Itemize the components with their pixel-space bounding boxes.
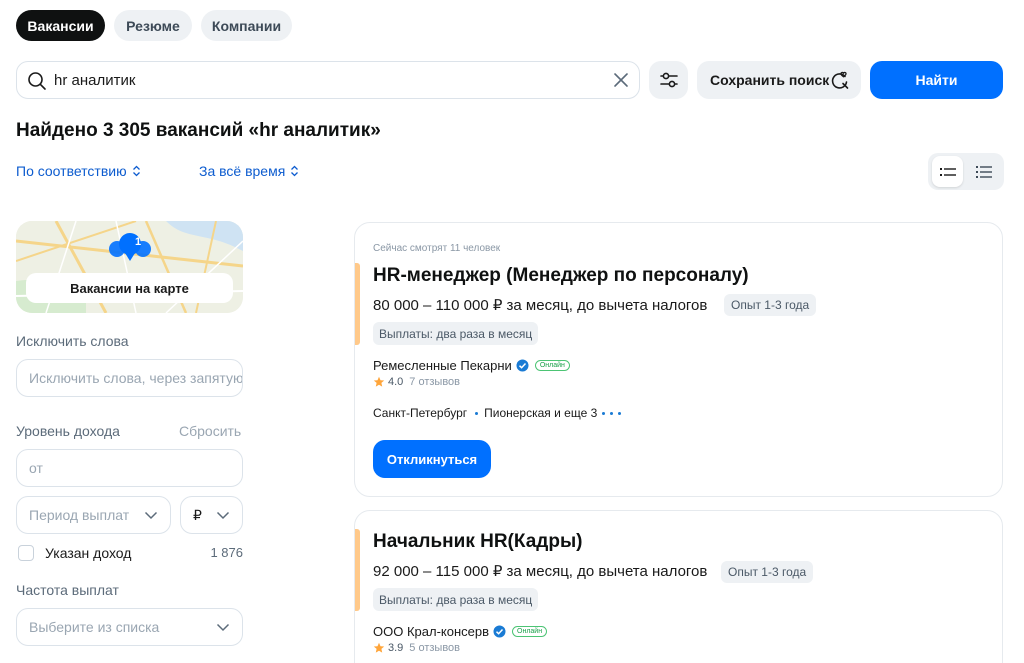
company-row: Ремесленные Пекарни Онлайн [373,358,570,373]
income-specified-checkbox[interactable] [18,545,34,561]
income-specified-label: Указан доход [45,545,132,561]
pay-period-placeholder: Период выплат [29,507,130,523]
vacancies-map[interactable]: 1 Вакансии на карте [16,221,243,313]
metro-stations: Пионерская и еще 3 [484,406,598,420]
online-badge: Онлайн [534,360,570,371]
city: Санкт-Петербург [373,406,468,420]
chevron-down-icon [216,623,230,632]
payout-frequency-label: Частота выплат [16,582,119,598]
company-row: ООО Крал-консерв Онлайн [373,624,548,639]
exclude-words-label: Исключить слова [16,333,129,349]
income-specified-count: 1 876 [210,545,243,560]
star-icon [373,376,385,387]
rating-row: 3.9 5 отзывов [373,642,460,654]
tab-vacancies[interactable]: Вакансии [16,10,105,41]
sort-label: По соответствию [16,163,127,179]
salary: 92 000 – 115 000 ₽ за месяц, до вычета н… [373,563,708,580]
list-view-button[interactable] [932,156,963,187]
reviews-link[interactable]: 5 отзывов [409,642,460,654]
apply-button[interactable]: Откликнуться [373,440,491,478]
sliders-icon [659,72,678,88]
period-dropdown[interactable]: За всё время [199,163,299,179]
location-row: Санкт-Петербург Пионерская и еще 3 [373,406,622,420]
experience-badge: Опыт 1-3 года [724,294,817,316]
heart-search-icon [831,71,849,89]
view-toggle [928,153,1004,190]
verified-icon [516,359,529,372]
more-metro-icon [602,411,622,415]
save-search-button[interactable]: Сохранить поиск [697,61,861,99]
pay-period-select[interactable]: Период выплат [16,496,171,534]
company-name-link[interactable]: ООО Крал-консерв [373,624,489,639]
results-title: Найдено 3 305 вакансий «hr аналитик» [16,120,381,141]
currency-select[interactable]: ₽ [180,496,243,534]
map-count: 1 [134,236,142,248]
reset-link[interactable]: Сбросить [179,423,241,439]
vacancy-title-link[interactable]: HR-менеджер (Менеджер по персоналу) [373,265,749,287]
highlight-bar [355,529,360,611]
payout-frequency-placeholder: Выберите из списка [29,619,160,635]
verified-icon [493,625,506,638]
reviews-link[interactable]: 7 отзывов [409,376,460,388]
company-name-link[interactable]: Ремесленные Пекарни [373,358,512,373]
save-search-label: Сохранить поиск [710,72,830,88]
find-button[interactable]: Найти [870,61,1003,99]
rating-value: 3.9 [388,642,404,654]
detailed-list-icon [975,165,992,178]
viewers-count: Сейчас смотрят 11 человек [373,243,501,254]
exclude-words-input[interactable]: Исключить слова, через запятую [16,359,243,397]
clear-icon[interactable] [613,72,629,88]
filters-button[interactable] [649,61,688,99]
currency-value: ₽ [193,506,202,523]
map-label: Вакансии на карте [26,273,233,303]
tab-resumes[interactable]: Резюме [114,10,192,41]
vacancy-title-link[interactable]: Начальник HR(Кадры) [373,531,583,553]
payout-badge: Выплаты: два раза в месяц [373,588,539,611]
online-badge: Онлайн [512,626,548,637]
detailed-view-button[interactable] [968,156,999,187]
payout-frequency-select[interactable]: Выберите из списка [16,608,243,646]
income-from-input[interactable]: от [16,449,243,487]
updown-chevron-icon [291,165,299,177]
experience-badge: Опыт 1-3 года [721,561,814,583]
rating-value: 4.0 [388,376,404,388]
tab-companies[interactable]: Компании [201,10,292,41]
payout-badge: Выплаты: два раза в месяц [373,322,539,345]
income-level-label: Уровень дохода [16,423,120,439]
star-icon [373,642,385,653]
list-icon [939,167,956,176]
highlight-bar [355,263,360,345]
rating-row: 4.0 7 отзывов [373,376,460,388]
chevron-down-icon [216,511,230,520]
salary: 80 000 – 110 000 ₽ за месяц, до вычета н… [373,297,708,314]
metro-dot-icon [475,411,479,415]
search-query[interactable]: hr аналитик [54,72,135,89]
period-label: За всё время [199,163,286,179]
sort-dropdown[interactable]: По соответствию [16,163,141,179]
search-icon [28,72,46,90]
chevron-down-icon [144,511,158,520]
updown-chevron-icon [132,165,140,177]
search-input[interactable]: hr аналитик [16,61,640,99]
